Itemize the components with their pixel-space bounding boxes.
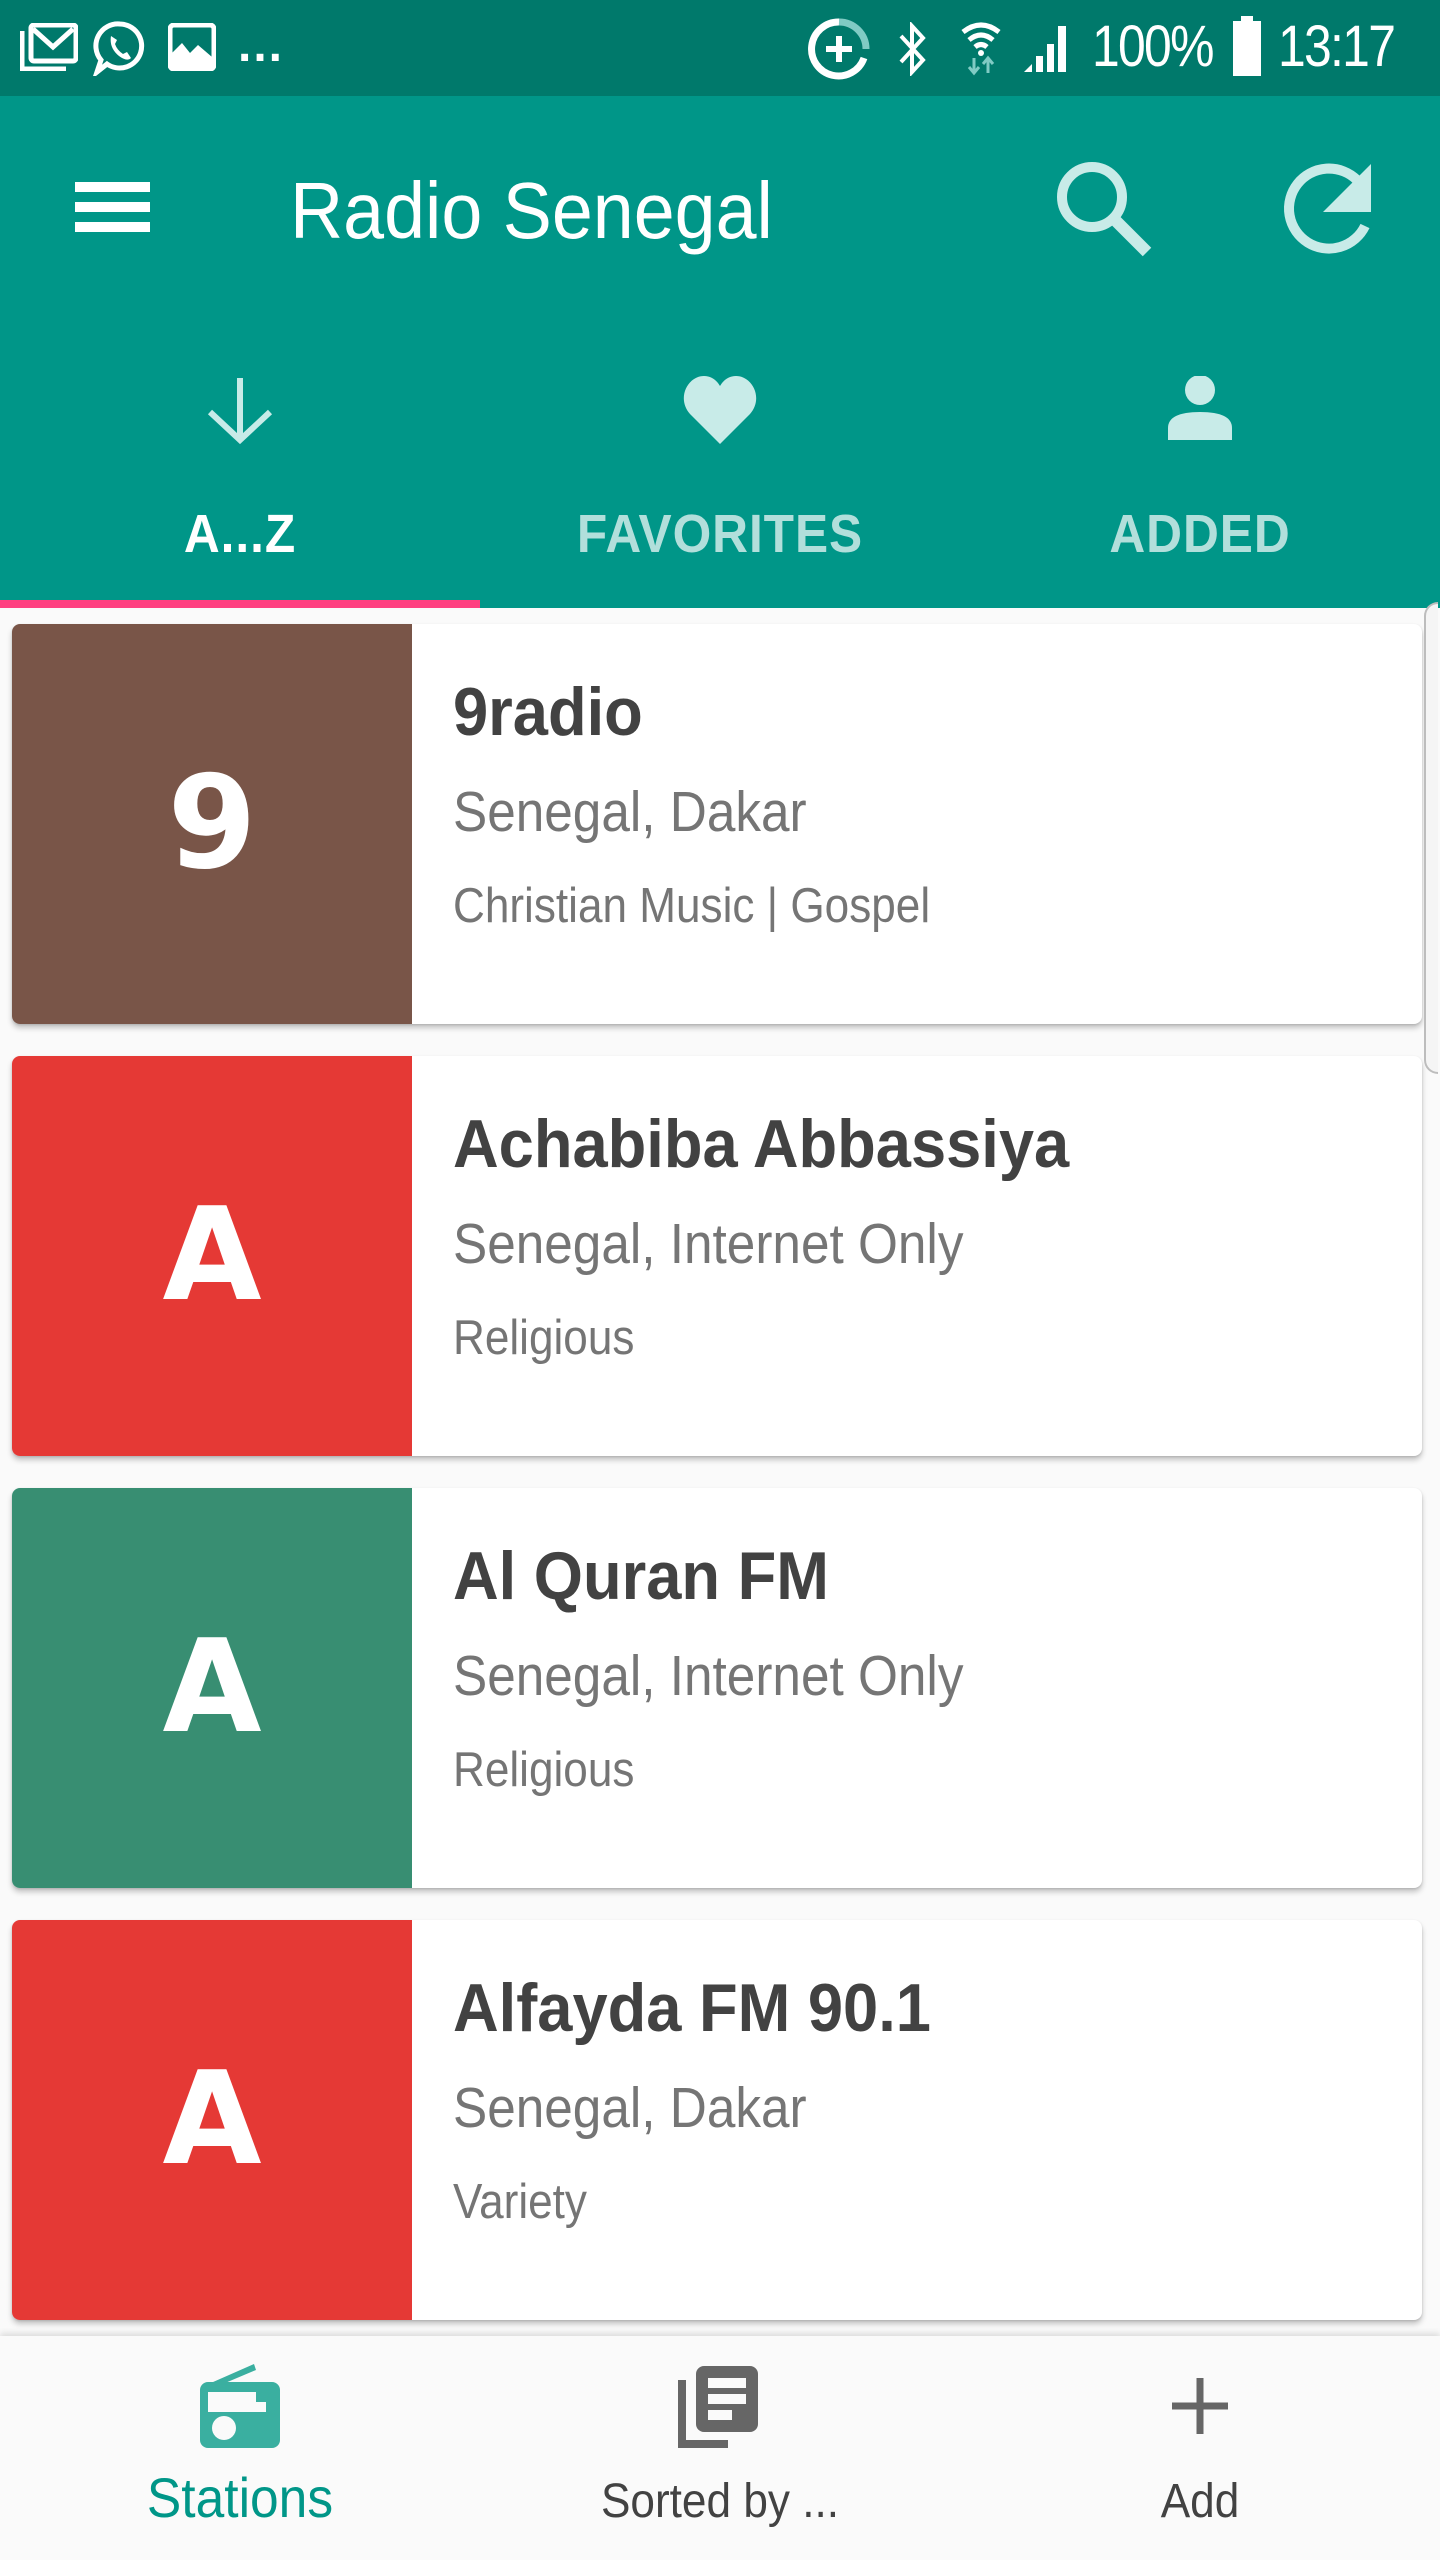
status-bar: ... 100% 13:17: [0, 0, 1440, 96]
gmail-icon: [20, 23, 78, 71]
nav-sorted-by[interactable]: Sorted by ...: [480, 2336, 960, 2560]
station-card[interactable]: A Achabiba Abbassiya Senegal, Internet O…: [12, 1056, 1422, 1456]
station-card[interactable]: 9 9radio Senegal, Dakar Christian Music …: [12, 624, 1422, 1024]
search-icon: [1057, 162, 1152, 257]
station-name: Achabiba Abbassiya: [453, 1106, 1070, 1182]
more-notifications-indicator: ...: [238, 19, 285, 72]
arrow-down-icon: [207, 378, 273, 445]
station-genre: Religious: [453, 1743, 635, 1797]
battery-percentage: 100%: [1092, 14, 1214, 79]
radio-icon: [200, 2364, 280, 2448]
tab-a-z[interactable]: A...Z: [0, 320, 480, 608]
menu-button[interactable]: [44, 130, 180, 266]
station-name: Alfayda FM 90.1: [453, 1970, 931, 2046]
tab-indicator: [0, 600, 480, 608]
clock: 13:17: [1278, 14, 1396, 79]
fast-scroll-thumb[interactable]: [1424, 602, 1438, 1074]
station-thumbnail: 9: [12, 624, 412, 1024]
search-button[interactable]: [1037, 142, 1167, 272]
station-genre: Religious: [453, 1311, 635, 1365]
station-name: 9radio: [453, 674, 643, 750]
nav-label: Add: [1160, 2475, 1240, 2528]
station-genre: Christian Music | Gospel: [453, 879, 931, 933]
data-saver-icon: [808, 18, 870, 80]
nav-stations[interactable]: Stations: [0, 2336, 480, 2560]
hamburger-icon-line: [75, 182, 150, 192]
hamburger-icon-line: [75, 222, 150, 232]
station-name: Al Quran FM: [453, 1538, 829, 1614]
bluetooth-icon: [899, 22, 926, 76]
station-initial: A: [162, 1181, 262, 1330]
station-thumbnail: A: [12, 1920, 412, 2320]
station-initial: A: [162, 2045, 262, 2194]
tab-favorites[interactable]: FAVORITES: [480, 320, 960, 608]
heart-icon: [683, 376, 757, 444]
station-location: Senegal, Dakar: [453, 2076, 807, 2140]
station-thumbnail: A: [12, 1056, 412, 1456]
station-initial: 9: [167, 749, 257, 898]
station-location: Senegal, Dakar: [453, 780, 807, 844]
nav-add[interactable]: Add: [960, 2336, 1440, 2560]
station-location: Senegal, Internet Only: [453, 1644, 964, 1708]
tab-label: ADDED: [1109, 504, 1291, 564]
person-icon: [1168, 376, 1232, 440]
gallery-icon: [168, 23, 216, 71]
battery-icon: [1233, 16, 1261, 76]
plus-icon: [1172, 2378, 1228, 2434]
nav-label: Sorted by ...: [600, 2475, 840, 2528]
station-card[interactable]: A Alfayda FM 90.1 Senegal, Dakar Variety: [12, 1920, 1422, 2320]
app-title: Radio Senegal: [290, 166, 773, 255]
station-genre: Variety: [453, 2175, 587, 2229]
tab-label: A...Z: [183, 504, 297, 564]
tab-added[interactable]: ADDED: [960, 320, 1440, 608]
station-location: Senegal, Internet Only: [453, 1212, 964, 1276]
whatsapp-icon: [93, 21, 145, 76]
tab-label: FAVORITES: [576, 504, 864, 564]
signal-icon: [1024, 26, 1066, 72]
station-initial: A: [162, 1613, 262, 1762]
library-books-icon: [678, 2366, 758, 2448]
refresh-icon: [1284, 163, 1371, 254]
wifi-icon: [961, 22, 1001, 76]
nav-label: Stations: [146, 2466, 334, 2529]
hamburger-icon-line: [75, 202, 150, 212]
refresh-button[interactable]: [1263, 142, 1393, 272]
station-thumbnail: A: [12, 1488, 412, 1888]
station-card[interactable]: A Al Quran FM Senegal, Internet Only Rel…: [12, 1488, 1422, 1888]
